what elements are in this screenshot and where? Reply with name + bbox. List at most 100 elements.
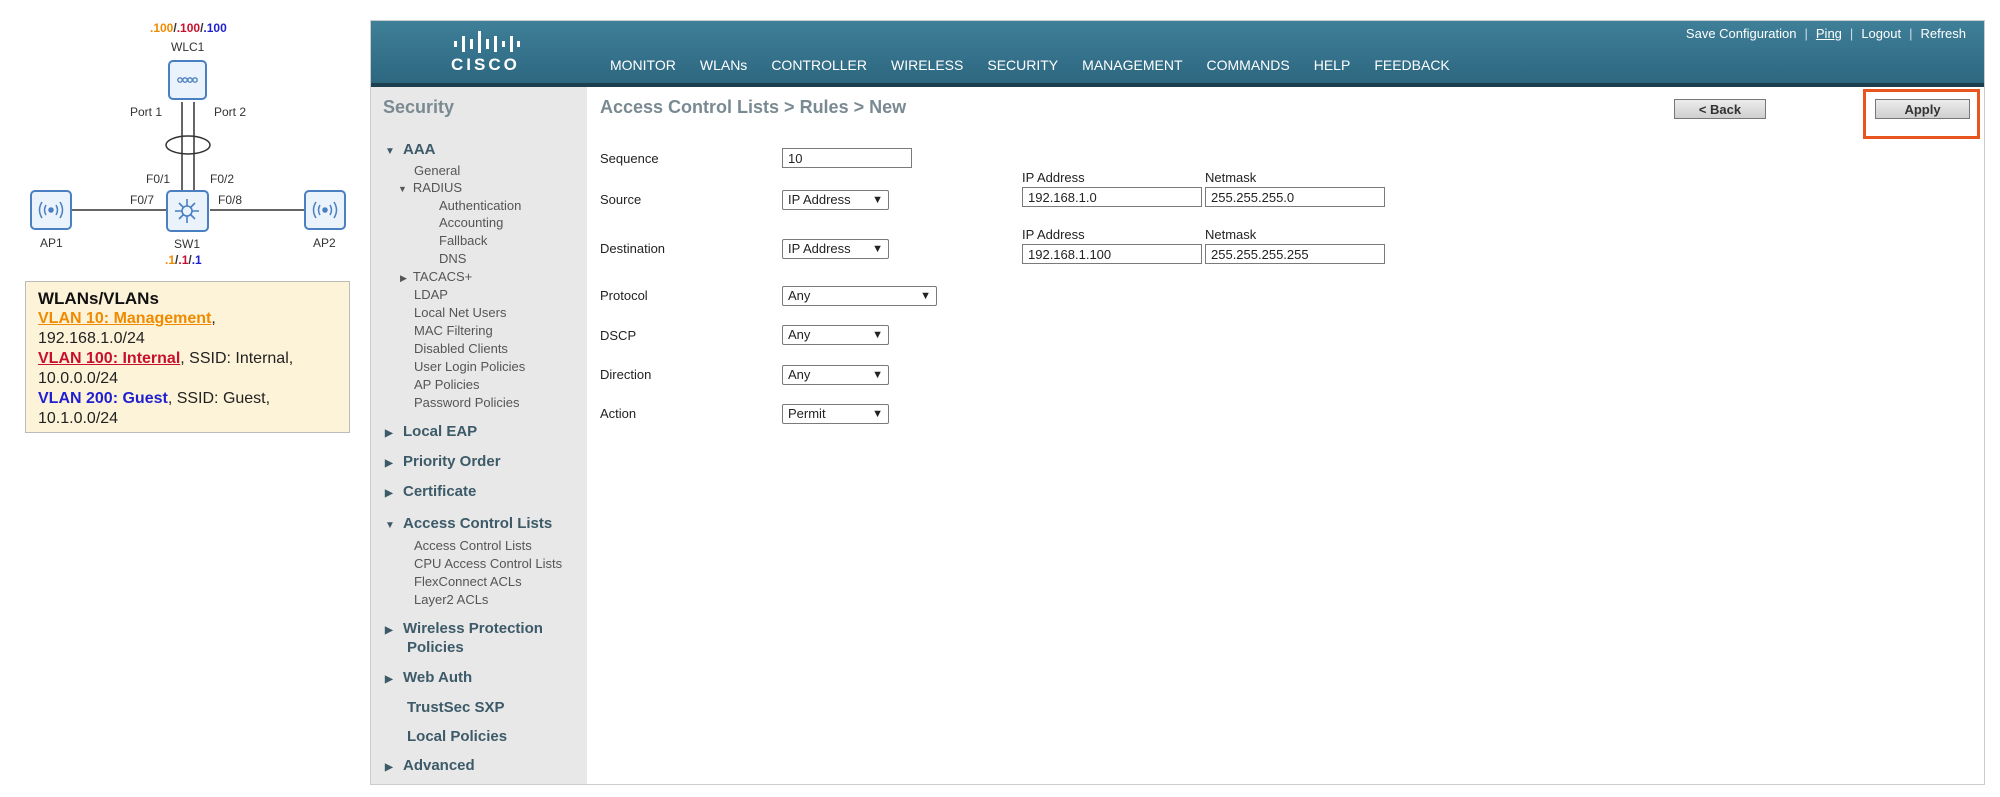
sidebar-section-web-auth[interactable]: ▶ Web Auth <box>385 669 472 686</box>
sidebar-section-priority-order[interactable]: ▶ Priority Order <box>385 453 501 470</box>
apply-button[interactable]: Apply <box>1875 99 1970 119</box>
dscp-label: DSCP <box>600 328 637 343</box>
destination-ip-input[interactable] <box>1022 244 1202 264</box>
sidebar-item-fallback[interactable]: Fallback <box>439 233 487 248</box>
sidebar-section-trustsec[interactable]: TrustSec SXP <box>407 699 505 716</box>
collapsed-triangle-icon: ▶ <box>385 428 393 439</box>
sidebar-section-certificate[interactable]: ▶ Certificate <box>385 483 476 500</box>
sidebar-item-radius[interactable]: ▼ RADIUS <box>398 180 462 195</box>
page-title-breadcrumb: Access Control Lists > Rules > New <box>600 97 907 117</box>
destination-netmask-input[interactable] <box>1205 244 1385 264</box>
logout-link[interactable]: Logout <box>1853 26 1909 41</box>
port1-label: Port 1 <box>130 105 163 119</box>
switch-icon <box>166 190 209 232</box>
chevron-down-icon: ▼ <box>872 408 883 420</box>
wlc-icon <box>168 60 207 100</box>
vlan-legend: WLANs/VLANs VLAN 10: Management, 192.168… <box>25 281 350 433</box>
back-button[interactable]: < Back <box>1674 99 1766 119</box>
wlc-label: WLC1 <box>171 40 205 54</box>
sidebar-item-local-net-users[interactable]: Local Net Users <box>414 305 506 320</box>
collapsed-triangle-icon: ▶ <box>385 674 393 685</box>
sidebar-item-access-control-lists[interactable]: Access Control Lists <box>414 538 532 553</box>
ap2-label: AP2 <box>313 236 336 250</box>
sidebar: Security ▼ AAA General ▼ RADIUS Authentica… <box>371 87 587 784</box>
legend-vlan200: VLAN 200: Guest, SSID: Guest, <box>38 390 271 407</box>
nav-wireless[interactable]: WIRELESS <box>879 57 975 83</box>
nav-management[interactable]: MANAGEMENT <box>1070 57 1194 83</box>
sidebar-item-accounting[interactable]: Accounting <box>439 215 503 230</box>
refresh-link[interactable]: Refresh <box>1912 26 1974 41</box>
sidebar-item-tacacs[interactable]: ▶ TACACS+ <box>400 269 472 284</box>
collapsed-triangle-icon: ▶ <box>385 625 393 636</box>
sidebar-section-wireless-protection-line2[interactable]: Policies <box>407 639 464 656</box>
protocol-select[interactable]: Any ▼ <box>782 286 937 306</box>
sidebar-section-wireless-protection[interactable]: ▶ Wireless Protection <box>385 620 543 637</box>
sidebar-item-authentication[interactable]: Authentication <box>439 198 521 213</box>
ap1-label: AP1 <box>40 236 63 250</box>
sidebar-item-ap-policies[interactable]: AP Policies <box>414 377 480 392</box>
source-label: Source <box>600 192 642 207</box>
collapsed-triangle-icon: ▶ <box>400 273 407 283</box>
chevron-down-icon: ▼ <box>872 329 883 341</box>
sidebar-item-mac-filtering[interactable]: MAC Filtering <box>414 323 493 338</box>
sidebar-item-dns[interactable]: DNS <box>439 251 466 266</box>
sidebar-title: Security <box>383 97 455 117</box>
legend-title: WLANs/VLANs <box>38 289 159 308</box>
wlc-ip-addresses: .100/.100/.100 <box>150 21 227 35</box>
destination-ip-label: IP Address <box>1022 227 1085 242</box>
switch-label: SW1 <box>174 237 201 251</box>
top-header: CISCO Save Configuration | Ping | Logout | … <box>371 21 1984 87</box>
legend-vlan100: VLAN 100: Internal, SSID: Internal, <box>38 350 294 367</box>
ap2-icon <box>304 190 346 230</box>
nav-help[interactable]: HELP <box>1302 57 1363 83</box>
collapsed-triangle-icon: ▶ <box>385 458 393 469</box>
source-netmask-label: Netmask <box>1205 170 1257 185</box>
legend-vlan100-net: 10.0.0.0/24 <box>38 370 119 387</box>
source-netmask-input[interactable] <box>1205 187 1385 207</box>
sidebar-section-advanced[interactable]: ▶ Advanced <box>385 757 475 774</box>
ap1-icon <box>30 190 72 230</box>
sidebar-item-ldap[interactable]: LDAP <box>414 287 448 302</box>
source-ip-label: IP Address <box>1022 170 1085 185</box>
direction-label: Direction <box>600 367 652 382</box>
sidebar-section-local-eap[interactable]: ▶ Local EAP <box>385 423 477 440</box>
nav-wlans[interactable]: WLANs <box>688 57 759 83</box>
nav-controller[interactable]: CONTROLLER <box>759 57 879 83</box>
nav-feedback[interactable]: FEEDBACK <box>1362 57 1461 83</box>
sequence-input[interactable] <box>782 148 912 168</box>
switch-ip-addresses: .1/.1/.1 <box>165 253 202 267</box>
expanded-triangle-icon: ▼ <box>398 184 407 194</box>
f08-label: F0/8 <box>218 193 243 207</box>
wlc-web-ui: CISCO Save Configuration | Ping | Logout | … <box>370 20 1985 785</box>
destination-type-select[interactable]: IP Address ▼ <box>782 239 889 259</box>
sidebar-item-general[interactable]: General <box>414 163 460 178</box>
sidebar-section-acl[interactable]: ▼ Access Control Lists <box>385 515 552 532</box>
chevron-down-icon: ▼ <box>920 290 931 302</box>
destination-label: Destination <box>600 241 666 256</box>
legend-vlan200-net: 10.1.0.0/24 <box>38 410 119 427</box>
sidebar-item-disabled-clients[interactable]: Disabled Clients <box>414 341 508 356</box>
chevron-down-icon: ▼ <box>872 243 883 255</box>
action-label: Action <box>600 406 637 421</box>
nav-commands[interactable]: COMMANDS <box>1195 57 1302 83</box>
sidebar-section-local-policies[interactable]: Local Policies <box>407 728 507 745</box>
dscp-select[interactable]: Any ▼ <box>782 325 889 345</box>
nav-monitor[interactable]: MONITOR <box>598 57 688 83</box>
ping-link[interactable]: Ping <box>1808 26 1850 41</box>
sidebar-section-aaa[interactable]: ▼ AAA <box>385 141 436 158</box>
cisco-logo: CISCO <box>441 29 531 74</box>
save-configuration-link[interactable]: Save Configuration <box>1678 26 1805 41</box>
sidebar-item-layer2-acls[interactable]: Layer2 ACLs <box>414 592 488 607</box>
action-select[interactable]: Permit ▼ <box>782 404 889 424</box>
f01-label: F0/1 <box>146 172 171 186</box>
sidebar-item-cpu-acls[interactable]: CPU Access Control Lists <box>414 556 562 571</box>
sidebar-item-password-policies[interactable]: Password Policies <box>414 395 520 410</box>
source-ip-input[interactable] <box>1022 187 1202 207</box>
direction-select[interactable]: Any ▼ <box>782 365 889 385</box>
expanded-triangle-icon: ▼ <box>385 520 395 531</box>
sidebar-item-flexconnect-acls[interactable]: FlexConnect ACLs <box>414 574 522 589</box>
expanded-triangle-icon: ▼ <box>385 146 395 157</box>
source-type-select[interactable]: IP Address ▼ <box>782 190 889 210</box>
legend-vlan10: VLAN 10: Management, <box>38 310 216 327</box>
sidebar-item-user-login-policies[interactable]: User Login Policies <box>414 359 525 374</box>
